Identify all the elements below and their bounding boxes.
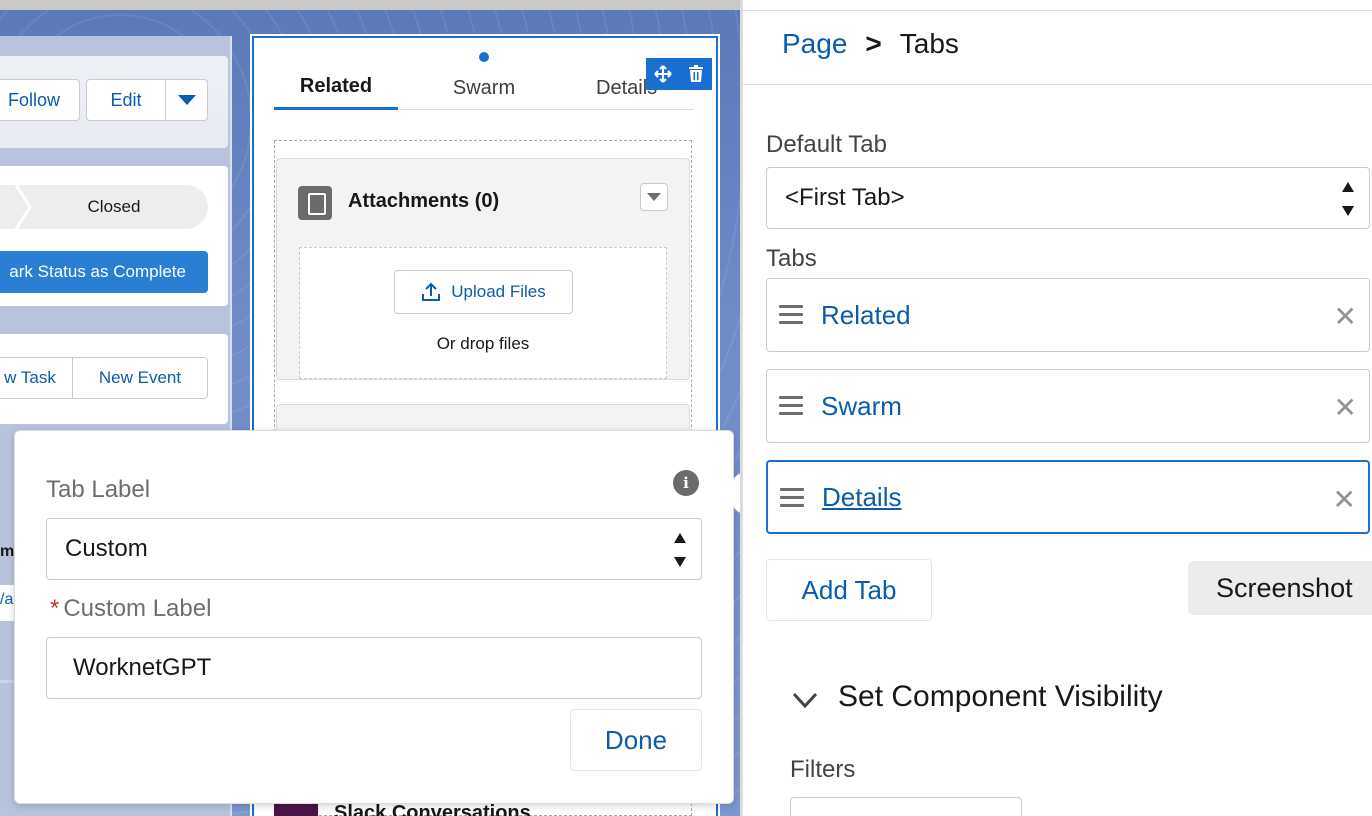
component-toolbar	[646, 58, 712, 90]
edit-button[interactable]: Edit	[86, 79, 166, 121]
drag-handle-icon[interactable]	[779, 396, 803, 416]
tab-item-label[interactable]: Details	[822, 482, 901, 513]
chevron-down-icon	[177, 95, 196, 105]
tab-item-related[interactable]: Related ✕	[766, 278, 1370, 352]
breadcrumb-current: Tabs	[899, 28, 959, 59]
select-updown-icon	[1341, 182, 1355, 216]
divider	[0, 680, 14, 683]
attachments-title[interactable]: Attachments (0)	[348, 190, 499, 213]
custom-label-title: * Custom Label	[50, 595, 211, 623]
mark-status-complete-button[interactable]: ark Status as Complete	[0, 251, 208, 293]
filters-label: Filters	[790, 756, 856, 783]
default-tab-select[interactable]: <First Tab>	[766, 167, 1370, 229]
follow-button[interactable]: Follow	[0, 79, 80, 121]
tab-label-select-value: Custom	[65, 535, 148, 562]
more-actions-button[interactable]	[165, 79, 208, 121]
chevron-down-icon[interactable]	[792, 690, 818, 710]
divider	[742, 84, 1372, 85]
close-icon[interactable]: ✕	[1334, 394, 1357, 422]
component-visibility-section[interactable]: Set Component Visibility	[838, 680, 1163, 714]
attachment-icon	[298, 186, 332, 220]
slack-conversations-title: Slack Conversations	[334, 802, 531, 816]
tab-swarm[interactable]: Swarm	[424, 66, 544, 110]
insert-point-icon[interactable]	[477, 50, 491, 64]
default-tab-label: Default Tab	[766, 131, 887, 158]
add-tab-button[interactable]: Add Tab	[766, 559, 932, 621]
custom-label-input[interactable]: WorknetGPT	[46, 637, 702, 699]
upload-files-label: Upload Files	[451, 282, 546, 301]
drop-files-text: Or drop files	[436, 334, 530, 353]
tab-item-details[interactable]: Details ✕	[766, 460, 1370, 534]
default-tab-select-value: <First Tab>	[785, 184, 905, 211]
path-chevron-icon	[14, 185, 32, 229]
close-icon[interactable]: ✕	[1333, 486, 1356, 514]
truncated-field-label: m	[0, 543, 15, 560]
done-button[interactable]: Done	[570, 709, 702, 771]
tab-label-title: Tab Label	[46, 476, 151, 503]
new-event-button[interactable]: New Event	[72, 357, 208, 399]
breadcrumb: Page > Tabs	[782, 28, 959, 60]
move-icon[interactable]	[654, 65, 672, 83]
breadcrumb-page-link[interactable]: Page	[782, 28, 847, 60]
tab-related[interactable]: Related	[274, 66, 398, 110]
tabs-label: Tabs	[766, 245, 817, 272]
new-task-button[interactable]: w Task	[0, 357, 74, 399]
drag-handle-icon[interactable]	[780, 488, 804, 508]
select-updown-icon	[673, 533, 687, 567]
truncated-field-link[interactable]: /a	[0, 585, 14, 621]
tab-item-label[interactable]: Related	[821, 300, 911, 331]
tab-item-label[interactable]: Swarm	[821, 391, 902, 422]
upload-files-button[interactable]: Upload Files	[394, 270, 573, 314]
trash-icon[interactable]	[688, 65, 704, 83]
tab-item-swarm[interactable]: Swarm ✕	[766, 369, 1370, 443]
add-filter-button[interactable]	[790, 797, 1022, 816]
attachments-menu-button[interactable]	[640, 183, 668, 211]
close-icon[interactable]: ✕	[1334, 303, 1357, 331]
info-icon[interactable]: i	[673, 470, 699, 496]
upload-icon	[422, 282, 441, 301]
required-indicator: *	[50, 595, 60, 622]
custom-label-text: Custom Label	[63, 595, 212, 622]
chevron-down-icon	[647, 193, 661, 201]
breadcrumb-separator: >	[865, 28, 882, 59]
tab-label-select[interactable]: Custom	[46, 518, 702, 580]
tab-bar: Related Swarm Details	[274, 66, 694, 110]
drag-handle-icon[interactable]	[779, 305, 803, 325]
screenshot-tooltip[interactable]: Screenshot	[1188, 561, 1372, 615]
